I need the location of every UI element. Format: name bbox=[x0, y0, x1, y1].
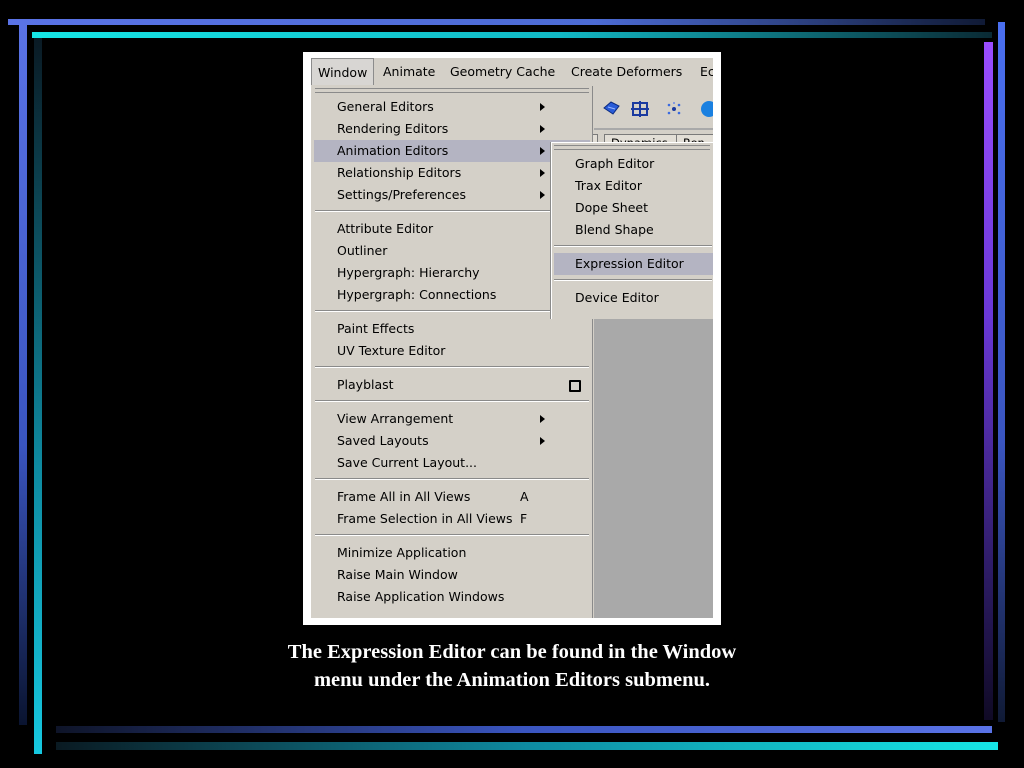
menu-item-general-editors[interactable]: General Editors bbox=[314, 96, 590, 118]
menu-bar: Window Animate Geometry Cache Create Def… bbox=[311, 58, 713, 86]
menu-item-uv-texture-editor[interactable]: UV Texture Editor bbox=[314, 340, 590, 362]
frame-bar-right-inner bbox=[984, 42, 993, 720]
frame-bar-left bbox=[19, 25, 27, 725]
menu-item-rendering-editors[interactable]: Rendering Editors bbox=[314, 118, 590, 140]
submenu-item-trax-editor[interactable]: Trax Editor bbox=[554, 175, 713, 197]
frame-bar-left-inner bbox=[34, 38, 42, 754]
submenu-arrow-icon bbox=[540, 191, 545, 199]
maya-window: Window Animate Geometry Cache Create Def… bbox=[311, 58, 713, 618]
menu-item-settings-preferences[interactable]: Settings/Preferences bbox=[314, 184, 590, 206]
menu-item-outliner[interactable]: Outliner bbox=[314, 240, 590, 262]
submenu-arrow-icon bbox=[540, 437, 545, 445]
menu-item-frame-selection[interactable]: Frame Selection in All Views F bbox=[314, 508, 590, 530]
menu-item-minimize-application[interactable]: Minimize Application bbox=[314, 542, 590, 564]
menu-item-animation-editors[interactable]: Animation Editors bbox=[314, 140, 590, 162]
menu-separator bbox=[315, 478, 589, 480]
menu-edit-truncated[interactable]: Ec bbox=[700, 64, 713, 79]
menu-item-paint-effects[interactable]: Paint Effects bbox=[314, 318, 590, 340]
caption-line-1: The Expression Editor can be found in th… bbox=[287, 641, 737, 663]
menu-item-frame-all[interactable]: Frame All in All Views A bbox=[314, 486, 590, 508]
submenu-arrow-icon bbox=[540, 415, 545, 423]
particles-icon[interactable] bbox=[663, 98, 685, 120]
caption-line-2: menu under the Animation Editors submenu… bbox=[313, 669, 711, 691]
menu-item-hypergraph-hierarchy[interactable]: Hypergraph: Hierarchy bbox=[314, 262, 590, 284]
submenu-item-expression-editor[interactable]: Expression Editor bbox=[554, 253, 713, 275]
menu-separator bbox=[554, 245, 712, 247]
menu-separator bbox=[554, 279, 712, 281]
polygon-cube-icon[interactable] bbox=[600, 98, 622, 120]
animation-editors-submenu: Graph Editor Trax Editor Dope Sheet Blen… bbox=[551, 142, 713, 319]
submenu-item-device-editor[interactable]: Device Editor bbox=[554, 287, 713, 309]
menu-window[interactable]: Window bbox=[311, 58, 374, 85]
shortcut-label: A bbox=[520, 489, 529, 504]
option-box-icon[interactable] bbox=[569, 380, 581, 392]
menu-item-saved-layouts[interactable]: Saved Layouts bbox=[314, 430, 590, 452]
tear-off-bar[interactable] bbox=[315, 88, 589, 93]
sphere-icon[interactable] bbox=[695, 98, 713, 120]
tear-off-bar[interactable] bbox=[554, 145, 710, 150]
menu-item-save-current-layout[interactable]: Save Current Layout... bbox=[314, 452, 590, 474]
frame-bar-bottom bbox=[56, 726, 992, 733]
menu-item-raise-application-windows[interactable]: Raise Application Windows bbox=[314, 586, 590, 608]
menu-separator bbox=[315, 210, 589, 212]
menu-item-hypergraph-connections[interactable]: Hypergraph: Connections bbox=[314, 284, 590, 306]
menu-animate[interactable]: Animate bbox=[383, 64, 435, 79]
menu-item-attribute-editor[interactable]: Attribute Editor bbox=[314, 218, 590, 240]
shortcut-label: F bbox=[520, 511, 528, 526]
menu-create-deformers[interactable]: Create Deformers bbox=[571, 64, 682, 79]
submenu-arrow-icon bbox=[540, 125, 545, 133]
menu-separator bbox=[315, 400, 589, 402]
menu-separator bbox=[315, 366, 589, 368]
maya-screenshot: Window Animate Geometry Cache Create Def… bbox=[303, 52, 721, 625]
frame-bar-right bbox=[998, 22, 1005, 722]
frame-bar-top-inner bbox=[32, 32, 992, 38]
frame-bar-top bbox=[8, 19, 985, 25]
submenu-item-graph-editor[interactable]: Graph Editor bbox=[554, 153, 713, 175]
menu-item-relationship-editors[interactable]: Relationship Editors bbox=[314, 162, 590, 184]
submenu-arrow-icon bbox=[540, 147, 545, 155]
frame-bar-bottom-inner bbox=[56, 742, 998, 750]
menu-item-raise-main-window[interactable]: Raise Main Window bbox=[314, 564, 590, 586]
slide-caption: The Expression Editor can be found in th… bbox=[212, 638, 812, 694]
submenu-item-dope-sheet[interactable]: Dope Sheet bbox=[554, 197, 713, 219]
submenu-item-blend-shape[interactable]: Blend Shape bbox=[554, 219, 713, 241]
menu-geometry-cache[interactable]: Geometry Cache bbox=[450, 64, 555, 79]
menu-item-playblast[interactable]: Playblast bbox=[314, 374, 590, 396]
menu-separator bbox=[315, 534, 589, 536]
submenu-arrow-icon bbox=[540, 103, 545, 111]
menu-separator bbox=[315, 310, 589, 312]
submenu-arrow-icon bbox=[540, 169, 545, 177]
lattice-icon[interactable] bbox=[629, 98, 651, 120]
menu-item-view-arrangement[interactable]: View Arrangement bbox=[314, 408, 590, 430]
